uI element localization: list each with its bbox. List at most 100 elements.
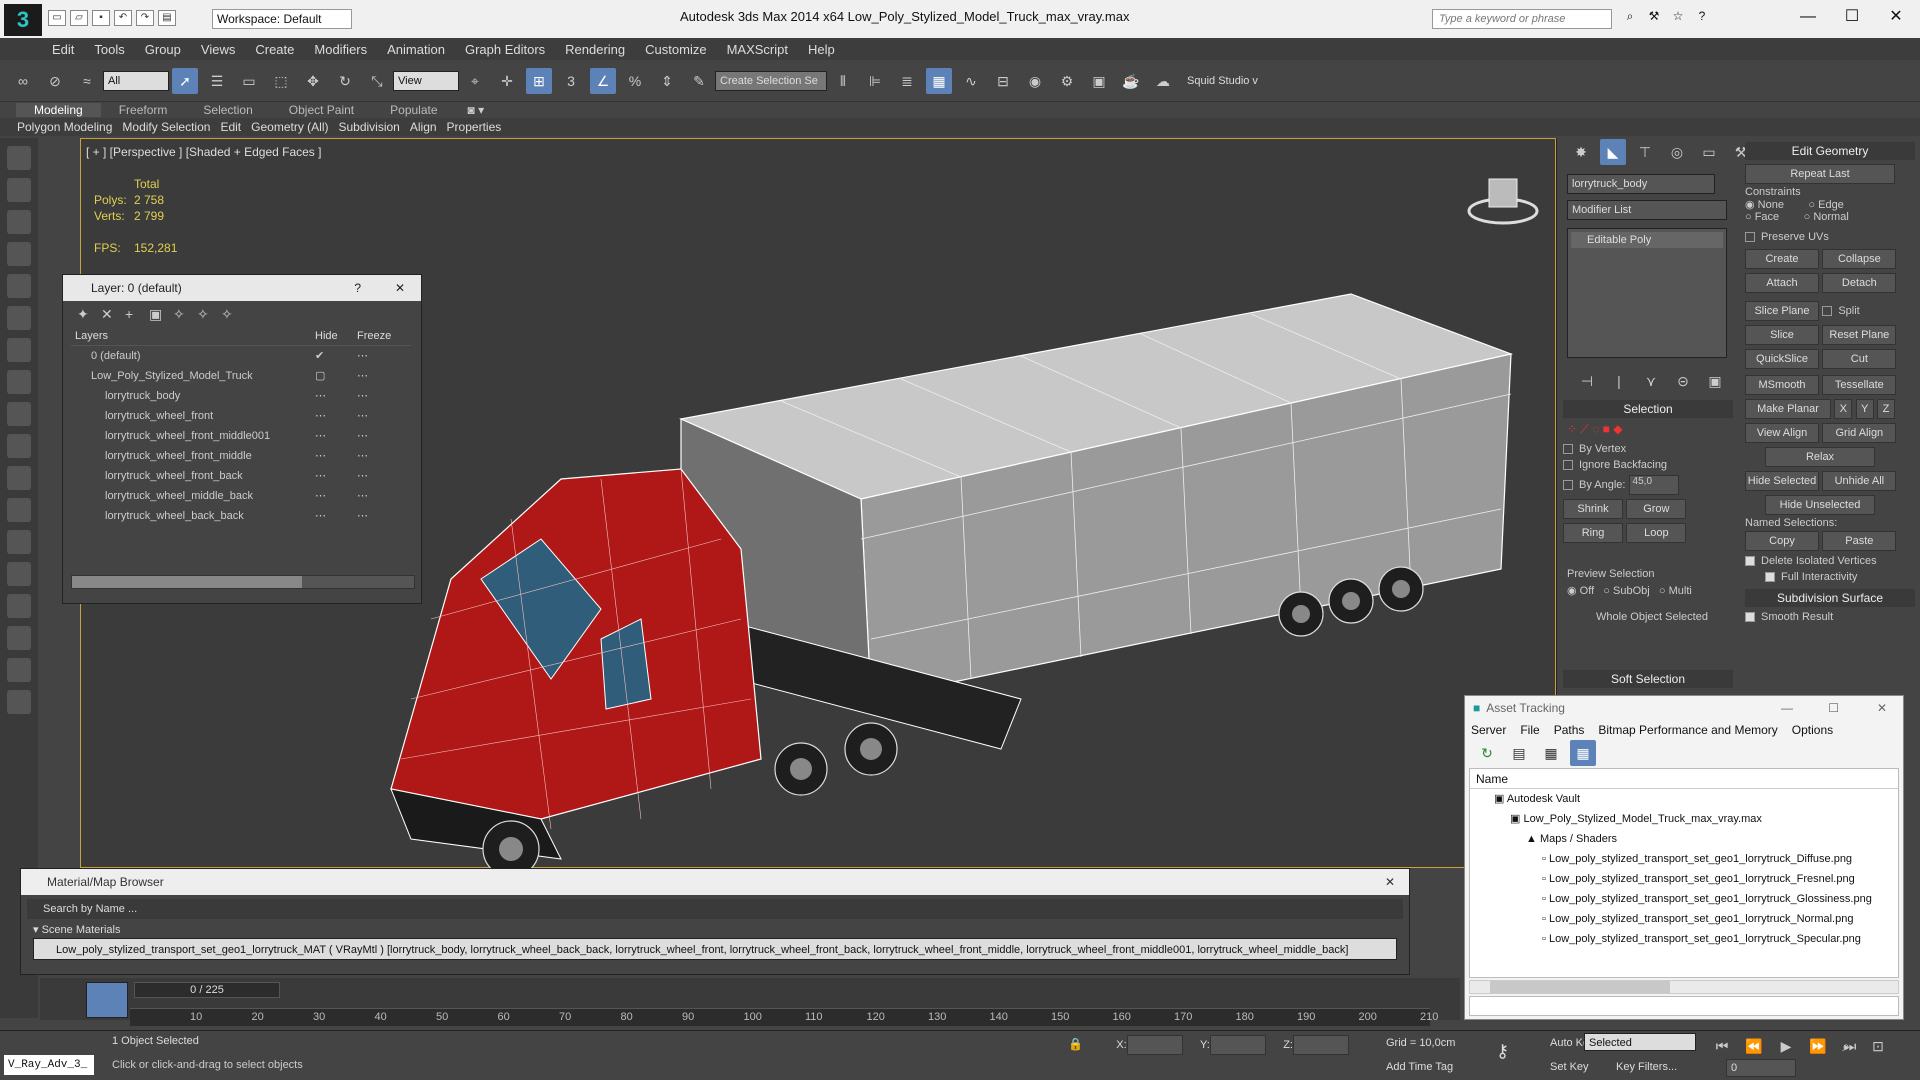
reference-coord-dropdown[interactable]: View [393, 70, 459, 91]
layer-manager-icon[interactable]: ≣ [894, 68, 920, 94]
layer-row[interactable]: lorrytruck_wheel_middle_back ⋯ ⋯ [71, 486, 411, 506]
constraint-face-radio[interactable]: Face [1755, 211, 1779, 223]
helper-icon[interactable] [7, 338, 31, 362]
rendered-frame-icon[interactable]: ▣ [1086, 68, 1112, 94]
layer-row[interactable]: 0 (default) ✔ ⋯ [71, 346, 411, 366]
light-icon[interactable] [7, 274, 31, 298]
tab-populate[interactable]: Populate [372, 103, 455, 117]
hierarchy-tab-icon[interactable]: ⊤ [1632, 139, 1658, 165]
collapse-button[interactable]: Collapse [1822, 249, 1897, 269]
hide-toggle[interactable]: ⋯ [311, 466, 353, 486]
workspace-dropdown[interactable]: Workspace: Default [212, 9, 352, 29]
layer-row[interactable]: lorrytruck_wheel_front_back ⋯ ⋯ [71, 466, 411, 486]
tab-freeform[interactable]: Freeform [101, 103, 186, 117]
material-browser-titlebar[interactable]: Material/Map Browser ✕ [21, 869, 1409, 895]
panel-modify-selection[interactable]: Modify Selection [117, 120, 215, 134]
asset-column-name[interactable]: Name [1470, 769, 1898, 789]
scale-icon[interactable]: ⤡ [364, 68, 390, 94]
layer-current-check[interactable]: ✔ [311, 346, 353, 366]
project-folder-icon[interactable]: ▤ [158, 10, 176, 26]
named-selection-dropdown[interactable]: Create Selection Se [715, 70, 827, 91]
col-hide[interactable]: Hide [311, 327, 354, 346]
freeze-toggle[interactable]: ⋯ [353, 366, 411, 386]
hide-toggle[interactable]: ⋯ [311, 446, 353, 466]
key-filters-button[interactable]: Key Filters... [1616, 1061, 1677, 1073]
curve-editor-icon[interactable]: ∿ [958, 68, 984, 94]
bind-spacewarp-icon[interactable]: ≈ [74, 68, 100, 94]
asset-texture-item[interactable]: ▫ Low_poly_stylized_transport_set_geo1_l… [1470, 929, 1898, 949]
freeze-toggle[interactable]: ⋯ [353, 426, 411, 446]
scene-explorer-icon[interactable] [7, 210, 31, 234]
asset-horizontal-scrollbar[interactable] [1469, 980, 1899, 994]
layer-row[interactable]: Low_Poly_Stylized_Model_Truck ▢ ⋯ [71, 366, 411, 386]
teapot-icon[interactable] [7, 146, 31, 170]
menu-customize[interactable]: Customize [645, 42, 706, 57]
edge-icon[interactable]: ⟋ [1580, 422, 1588, 436]
configure-sets-icon[interactable]: ▣ [1702, 368, 1728, 394]
menu-edit[interactable]: Edit [52, 42, 74, 57]
add-time-tag[interactable]: Add Time Tag [1386, 1061, 1453, 1073]
ribbon-options-icon[interactable]: ◙ ▾ [468, 103, 485, 117]
tab-object-paint[interactable]: Object Paint [271, 103, 372, 117]
grow-button[interactable]: Grow [1626, 499, 1687, 519]
close-icon[interactable]: ✕ [1874, 6, 1918, 26]
vertex-icon[interactable]: ⁘ [1567, 422, 1577, 436]
slice-button[interactable]: Slice [1745, 325, 1819, 345]
hide-selected-button[interactable]: Hide Selected [1745, 471, 1819, 491]
by-vertex-checkbox[interactable] [1563, 444, 1573, 455]
align-icon[interactable]: ⊫ [862, 68, 888, 94]
mini-curve-toggle[interactable] [86, 982, 128, 1018]
systems-icon[interactable] [7, 658, 31, 682]
panel-subdivision[interactable]: Subdivision [333, 120, 404, 134]
layer-row[interactable]: lorrytruck_body ⋯ ⋯ [71, 386, 411, 406]
keyboard-shortcut-override-icon[interactable]: ⊞ [526, 67, 552, 94]
paste-button[interactable]: Paste [1822, 531, 1897, 551]
loop-button[interactable]: Loop [1626, 523, 1687, 543]
table-view-icon[interactable]: ▦ [1538, 740, 1564, 766]
mirror-icon[interactable]: ⫴ [830, 68, 856, 94]
angle-snap-icon[interactable]: ∠ [590, 67, 616, 94]
cylinder-icon[interactable] [7, 466, 31, 490]
modifier-stack[interactable]: Editable Poly [1567, 228, 1727, 358]
menu-group[interactable]: Group [145, 42, 181, 57]
freeze-toggle[interactable]: ⋯ [353, 506, 411, 526]
cone-icon[interactable] [7, 498, 31, 522]
select-in-layer-icon[interactable]: ▣ [149, 306, 173, 323]
unhide-all-button[interactable]: Unhide All [1822, 471, 1897, 491]
reset-plane-button[interactable]: Reset Plane [1822, 325, 1897, 345]
preserve-uvs-checkbox[interactable] [1745, 232, 1755, 243]
new-layer-icon[interactable]: ✦ [77, 306, 101, 323]
attach-button[interactable]: Attach [1745, 273, 1819, 293]
asset-texture-item[interactable]: ▫ Low_poly_stylized_transport_set_geo1_l… [1470, 889, 1898, 909]
element-icon[interactable]: ◆ [1613, 422, 1622, 436]
ring-button[interactable]: Ring [1563, 523, 1623, 543]
viewport-label[interactable]: [ + ] [Perspective ] [Shaded + Edged Fac… [86, 145, 321, 159]
full-interactivity-checkbox[interactable] [1765, 572, 1775, 583]
spinner-snap-icon[interactable]: ⇕ [654, 68, 680, 94]
open-file-icon[interactable]: ▱ [70, 10, 88, 26]
show-end-result-icon[interactable]: | [1606, 368, 1632, 394]
asset-menu-options[interactable]: Options [1792, 723, 1833, 737]
material-item[interactable]: Low_poly_stylized_transport_set_geo1_lor… [33, 938, 1397, 960]
layer-current-check[interactable]: ▢ [311, 366, 353, 386]
x-coordinate-field[interactable] [1126, 1035, 1183, 1055]
material-ball-icon[interactable] [7, 594, 31, 618]
lock-icon[interactable]: 🔒 [1068, 1037, 1083, 1051]
panel-edit[interactable]: Edit [215, 120, 246, 134]
pin-stack-icon[interactable]: ⊣ [1574, 368, 1600, 394]
play-icon[interactable]: ▶ [1773, 1033, 1799, 1059]
move-icon[interactable]: ✥ [300, 68, 326, 94]
track-bar[interactable]: 10 20 30 40 50 60 70 80 90 100 110 120 130 140 150 160 1… [130, 1008, 1438, 1026]
preview-off-radio[interactable]: Off [1580, 585, 1594, 597]
display-tab-icon[interactable]: ▭ [1696, 139, 1722, 165]
new-file-icon[interactable]: ▭ [48, 10, 66, 26]
studio-label[interactable]: Squid Studio v [1187, 75, 1258, 87]
render-production-icon[interactable]: ☕ [1118, 68, 1144, 94]
layer-row[interactable]: lorrytruck_wheel_front ⋯ ⋯ [71, 406, 411, 426]
panel-align[interactable]: Align [405, 120, 442, 134]
camera-icon[interactable] [7, 306, 31, 330]
menu-views[interactable]: Views [201, 42, 235, 57]
graphite-ribbon-icon[interactable]: ▦ [926, 67, 952, 94]
col-freeze[interactable]: Freeze [353, 327, 411, 346]
panel-polygon-modeling[interactable]: Polygon Modeling [12, 120, 117, 134]
